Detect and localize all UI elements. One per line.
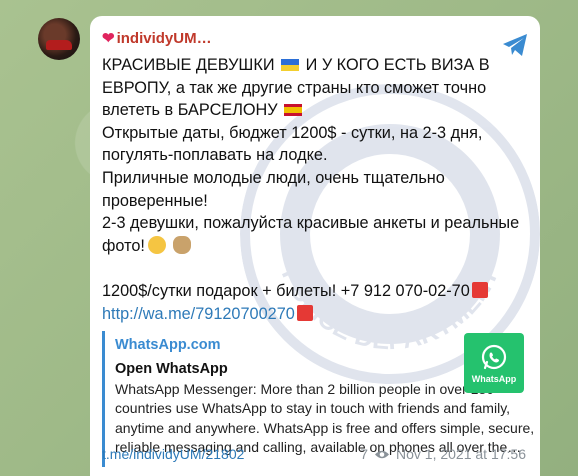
- message-line: 2-3 девушки, пожалуйста красивые анкеты …: [102, 214, 520, 233]
- channel-avatar[interactable]: [38, 18, 80, 60]
- whatsapp-thumbnail[interactable]: WhatsApp: [464, 333, 524, 394]
- view-count: 7: [360, 446, 368, 462]
- message-meta: 7 Nov 1, 2021 at 17:56: [360, 446, 526, 462]
- heart-icon: ❤: [102, 30, 115, 47]
- whatsapp-icon: [481, 344, 507, 369]
- red-square-icon: [296, 304, 313, 321]
- eye-icon: [375, 450, 389, 458]
- sender-name-text: individyUM…: [116, 30, 212, 47]
- relieved-face-emoji-icon: [147, 235, 166, 254]
- telegram-share-icon[interactable]: [500, 30, 530, 60]
- message-line: ЕВРОПУ, а так же другие страны кто сможе…: [102, 78, 487, 97]
- spain-flag-icon: [284, 104, 303, 117]
- message-line: И У КОГО ЕСТЬ ВИЗА В: [305, 56, 490, 74]
- message-bubble: POLICE DEPARTMENT ❤individyUM… КРАСИВЫЕ …: [90, 16, 540, 476]
- sender-name[interactable]: ❤ individyUM…: [102, 28, 526, 50]
- message-date: Nov 1, 2021 at 17:56: [396, 446, 526, 462]
- ukraine-flag-icon: [281, 59, 300, 71]
- message-line: влететь в БАРСЕЛОНУ: [102, 101, 278, 120]
- thumbnail-label: WhatsApp: [471, 373, 517, 384]
- message-line: Открытые даты, бюджет 1200$ - сутки, на …: [102, 123, 483, 142]
- money-bag-emoji-icon: [173, 235, 192, 254]
- message-line: 1200$/сутки подарок + билеты! +7 912 070…: [102, 281, 470, 300]
- post-link[interactable]: t.me/individyUM/21802: [102, 446, 244, 462]
- message-footer: t.me/individyUM/21802 7 Nov 1, 2021 at 1…: [102, 446, 526, 466]
- message-line: КРАСИВЫЕ ДЕВУШКИ: [102, 56, 275, 74]
- message-text: КРАСИВЫЕ ДЕВУШКИ И У КОГО ЕСТЬ ВИЗА В ЕВ…: [102, 54, 526, 325]
- message-line: погулять-поплавать на лодке.: [102, 146, 328, 165]
- message-line: проверенные!: [102, 191, 208, 210]
- message-line: фото!: [102, 236, 145, 255]
- red-square-icon: [471, 281, 488, 298]
- whatsapp-link[interactable]: http://wa.me/79120700270: [102, 305, 295, 323]
- avatar-car-image: [46, 40, 72, 50]
- message-line: Приличные молодые люди, очень тщательно: [102, 168, 445, 187]
